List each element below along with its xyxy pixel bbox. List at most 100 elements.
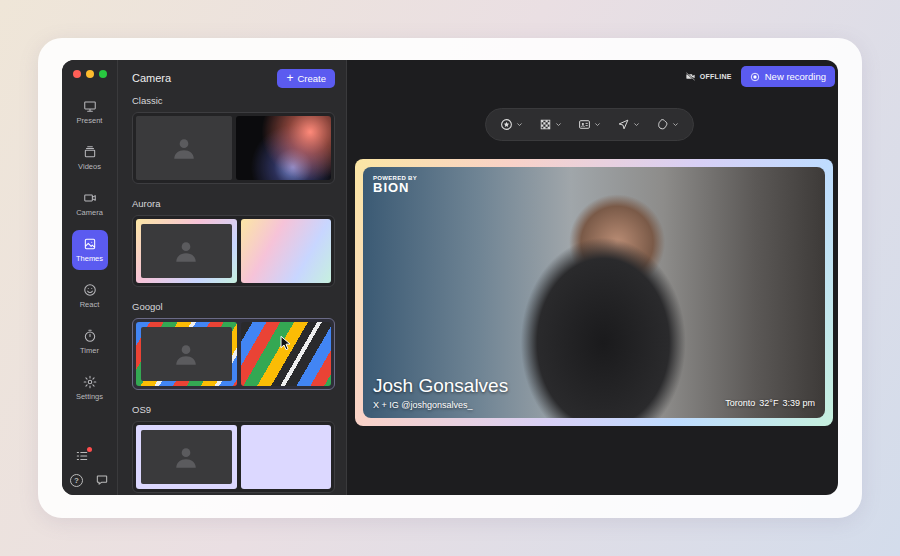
chat-icon[interactable] (95, 473, 109, 487)
camera-video: POWERED BYBION Josh Gonsalves X + IG @josh… (363, 167, 825, 418)
person-icon (173, 444, 199, 470)
theme-section: Aurora (132, 198, 335, 287)
camera-placeholder (141, 224, 232, 278)
theme-name: Classic (132, 95, 335, 106)
chevron-down-icon (672, 121, 679, 128)
sidebar-item[interactable]: Themes (72, 230, 108, 270)
theme-background-thumb (241, 425, 332, 489)
temperature: 32°F (759, 398, 778, 408)
theme-card[interactable] (132, 318, 335, 390)
theme-card[interactable] (132, 421, 335, 493)
theme-background-thumb (241, 322, 332, 386)
zoom-button[interactable] (99, 70, 107, 78)
sidebar: Present Videos Camera Themes React Timer Setti… (62, 60, 118, 495)
theme-camera-thumb (136, 116, 232, 180)
window-frame: Present Videos Camera Themes React Timer Setti… (38, 38, 862, 518)
background-dropdown[interactable] (539, 118, 562, 131)
sidebar-label: Videos (78, 162, 101, 171)
time: 3:39 pm (782, 398, 815, 408)
close-button[interactable] (73, 70, 81, 78)
effects-dropdown[interactable] (500, 118, 523, 131)
record-icon (750, 72, 760, 82)
person-icon (173, 341, 199, 367)
camera-placeholder (141, 327, 232, 381)
notification-dot (87, 447, 92, 452)
panel-title: Camera (132, 72, 171, 84)
main-area: OFFLINE New recording POWERED BYBION Josh G… (347, 60, 838, 495)
badge-logo: BION (373, 181, 815, 195)
id-card-icon (578, 118, 591, 131)
camera-preview-frame: POWERED BYBION Josh Gonsalves X + IG @josh… (355, 159, 833, 426)
sidebar-item[interactable]: Videos (72, 138, 108, 178)
footer-row: ? (70, 473, 109, 487)
camera-icon (83, 191, 97, 205)
sidebar-label: Present (77, 116, 103, 125)
gear-icon (83, 375, 97, 389)
theme-card[interactable] (132, 112, 335, 184)
window-controls (62, 70, 107, 78)
create-button[interactable]: + Create (277, 69, 335, 88)
sidebar-item[interactable]: React (72, 276, 108, 316)
theme-name: Aurora (132, 198, 335, 209)
create-label: Create (297, 73, 326, 84)
status-indicator: OFFLINE (685, 71, 732, 82)
camera-placeholder (141, 430, 232, 484)
minimize-button[interactable] (86, 70, 94, 78)
theme-camera-thumb (136, 322, 237, 386)
theme-card[interactable] (132, 215, 335, 287)
theme-background-thumb (236, 116, 332, 180)
toolbar-row (347, 108, 838, 141)
plus-icon: + (286, 73, 293, 83)
checklist-button[interactable] (75, 449, 89, 463)
sidebar-item[interactable]: Present (72, 92, 108, 132)
powered-by-badge: POWERED BYBION (363, 167, 825, 203)
chevron-down-icon (633, 121, 640, 128)
toolbar (485, 108, 694, 141)
theme-camera-thumb (136, 425, 237, 489)
top-bar: OFFLINE New recording (347, 60, 838, 90)
smiley-icon (83, 283, 97, 297)
navigation-arrow-icon (617, 118, 630, 131)
presenter-handle: X + IG @joshgonsalves_ (373, 400, 508, 410)
help-button[interactable]: ? (70, 474, 83, 487)
image-icon (83, 237, 97, 251)
person-icon (173, 238, 199, 264)
shape-dropdown[interactable] (656, 118, 679, 131)
theme-list: ClassicAuroraGoogolOS9 (132, 95, 335, 493)
videos-icon (83, 145, 97, 159)
theme-section: Classic (132, 95, 335, 184)
chevron-down-icon (594, 121, 601, 128)
sidebar-label: React (80, 300, 100, 309)
theme-background-thumb (241, 219, 332, 283)
preview-area: POWERED BYBION Josh Gonsalves X + IG @josh… (347, 141, 838, 426)
location: Toronto (725, 398, 755, 408)
sidebar-label: Camera (76, 208, 103, 217)
camera-placeholder (136, 116, 232, 180)
new-recording-button[interactable]: New recording (741, 66, 835, 87)
presenter-name: Josh Gonsalves (373, 375, 508, 397)
location-dropdown[interactable] (617, 118, 640, 131)
sidebar-list: Present Videos Camera Themes React Timer Setti… (72, 92, 108, 408)
checkerboard-icon (539, 118, 552, 131)
chevron-down-icon (555, 121, 562, 128)
app-window: Present Videos Camera Themes React Timer Setti… (62, 60, 838, 495)
desktop-background: Present Videos Camera Themes React Timer Setti… (0, 0, 900, 556)
checklist-icon (75, 449, 89, 463)
sidebar-item[interactable]: Camera (72, 184, 108, 224)
panel-header: Camera + Create (132, 67, 335, 89)
person-icon (171, 135, 197, 161)
mouse-cursor-icon (279, 335, 295, 351)
star-badge-icon (500, 118, 513, 131)
theme-camera-thumb (136, 219, 237, 283)
sidebar-item[interactable]: Timer (72, 322, 108, 362)
monitor-icon (83, 99, 97, 113)
location-weather-time: Toronto 32°F 3:39 pm (725, 398, 815, 410)
new-recording-label: New recording (765, 71, 826, 82)
stopwatch-icon (83, 329, 97, 343)
blob-shape-icon (656, 118, 669, 131)
name-card: Josh Gonsalves X + IG @joshgonsalves_ (373, 375, 508, 410)
sidebar-label: Settings (76, 392, 103, 401)
sidebar-item[interactable]: Settings (72, 368, 108, 408)
chevron-down-icon (516, 121, 523, 128)
name-card-dropdown[interactable] (578, 118, 601, 131)
